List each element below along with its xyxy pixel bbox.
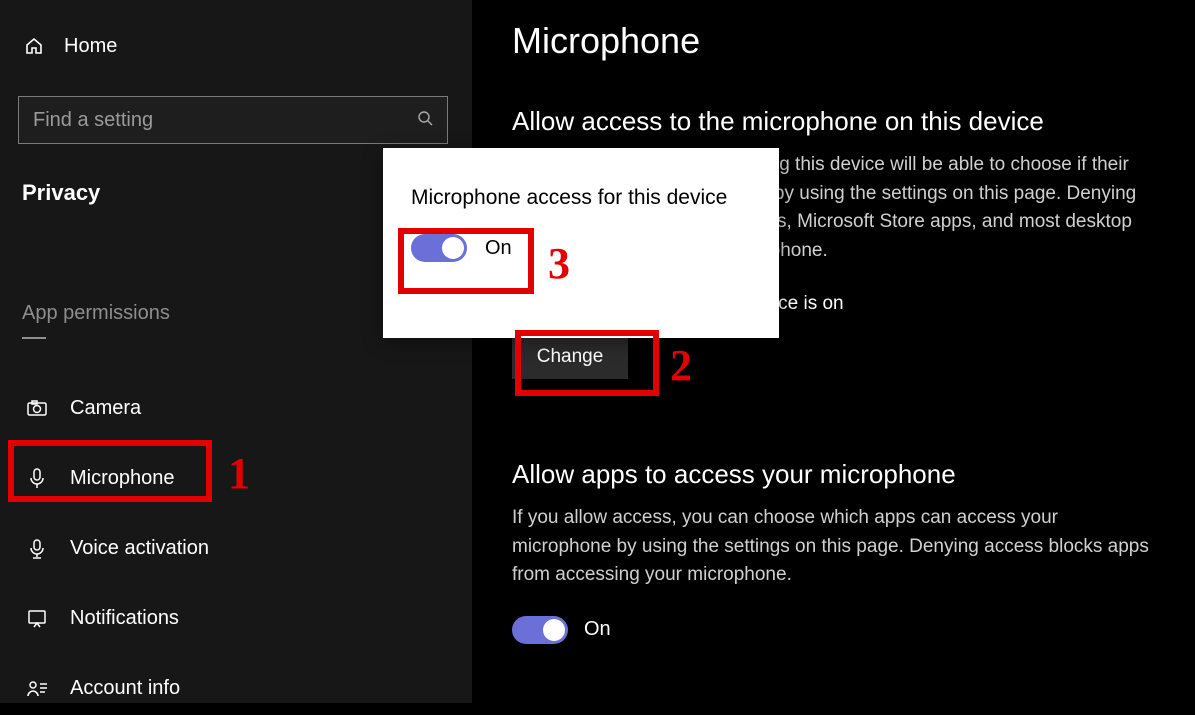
apps-access-toggle[interactable] [512,616,568,644]
search-icon [417,110,433,131]
search-box[interactable] [18,96,448,144]
sidebar-item-camera[interactable]: Camera [18,381,454,435]
section-header-underline [22,337,46,339]
section-title-device-access: Allow access to the microphone on this d… [512,106,1155,137]
section-body-apps-access: If you allow access, you can choose whic… [512,504,1155,590]
notifications-icon [26,607,48,629]
sidebar-item-label: Camera [70,397,141,420]
sidebar-item-account-info[interactable]: Account info [18,661,454,715]
popup-title: Microphone access for this device [411,184,751,212]
camera-icon [26,397,48,419]
popup-toggle-row: On [411,234,751,262]
section-title-apps-access: Allow apps to access your microphone [512,459,1155,490]
sidebar-item-microphone[interactable]: Microphone [18,451,454,505]
change-button[interactable]: Change [512,335,628,379]
apps-access-toggle-label: On [584,618,611,641]
home-nav-item[interactable]: Home [18,24,454,68]
main-content: Microphone Allow access to the microphon… [472,0,1195,703]
account-info-icon [26,677,48,699]
nav-list: Camera Microphone Voice activation [18,381,454,715]
device-access-toggle-label: On [485,237,512,260]
microphone-icon [26,467,48,489]
search-input[interactable] [33,109,409,132]
settings-sidebar: Home Privacy App permissions Camera [0,0,472,703]
sidebar-item-voice-activation[interactable]: Voice activation [18,521,454,575]
change-popup: Microphone access for this device On [383,148,779,338]
page-title: Microphone [512,20,1155,62]
home-icon [24,36,44,56]
home-label: Home [64,35,117,58]
sidebar-item-label: Microphone [70,467,175,490]
sidebar-item-notifications[interactable]: Notifications [18,591,454,645]
toggle-knob [442,237,464,259]
device-access-toggle[interactable] [411,234,467,262]
toggle-knob [543,619,565,641]
sidebar-item-label: Notifications [70,607,179,630]
sidebar-item-label: Voice activation [70,537,209,560]
apps-access-toggle-row: On [512,616,1155,644]
sidebar-item-label: Account info [70,677,180,700]
voice-activation-icon [26,537,48,559]
